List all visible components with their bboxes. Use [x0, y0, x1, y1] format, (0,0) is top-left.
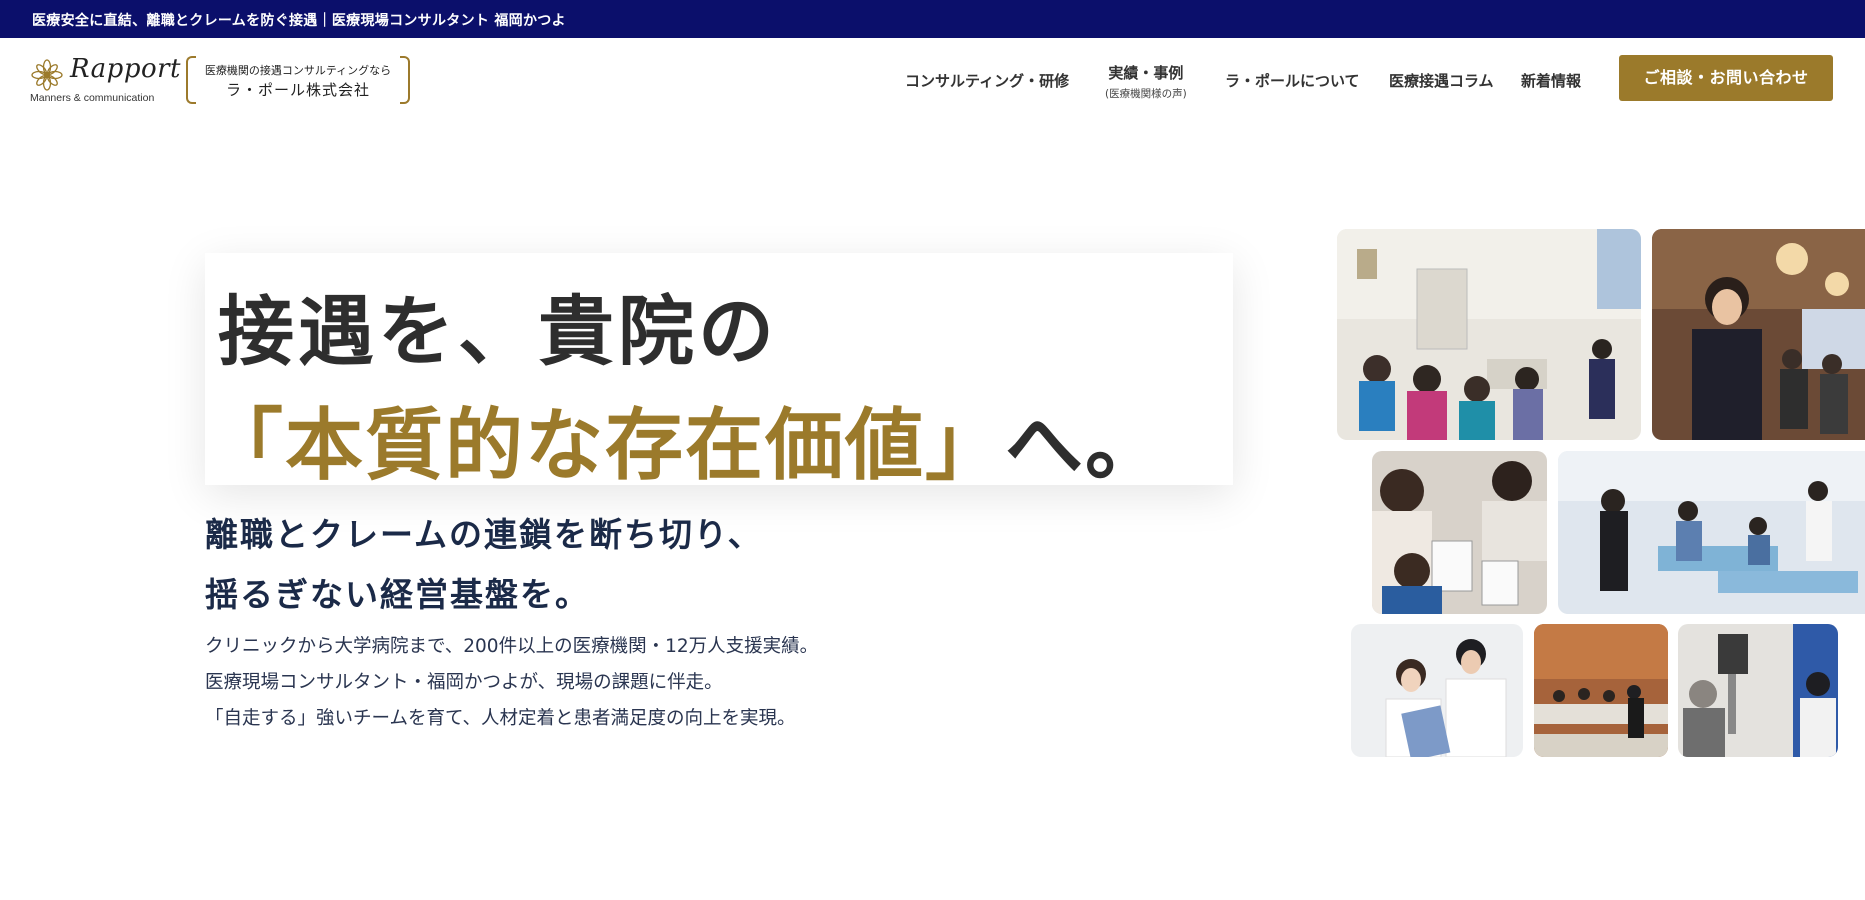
- hero-subheading-line2: 揺るぎない経営基盤を。: [205, 575, 590, 614]
- nav-results-label: 実績・事例: [1108, 64, 1184, 82]
- workshop-photo: [1372, 451, 1547, 614]
- hero-body-line1: クリニックから大学病院まで、200件以上の医療機関・12万人支援実績。: [205, 636, 819, 657]
- classroom-photo: [1534, 624, 1668, 757]
- logo-wordmark: Rapport: [70, 54, 181, 84]
- contact-button[interactable]: ご相談・お問い合わせ: [1619, 55, 1833, 101]
- company-subtitle: 医療機関の接遇コンサルティングなら: [204, 64, 392, 77]
- top-announcement-text: 医療安全に直結、離職とクレームを防ぐ接遇｜医療現場コンサルタント 福岡かつよ: [32, 13, 566, 29]
- flower-logo-icon: [31, 59, 63, 91]
- hero-headline-line2: 「本質的な存在価値」へ。: [205, 383, 1165, 495]
- nav-consulting[interactable]: コンサルティング・研修: [905, 70, 1069, 91]
- reception-photo: [1678, 624, 1838, 757]
- nav-news-label: 新着情報: [1521, 72, 1582, 90]
- nav-news[interactable]: 新着情報: [1521, 70, 1581, 91]
- hero-subheading-line1: 離職とクレームの連鎖を断ち切り、: [205, 515, 763, 554]
- nav-column[interactable]: 医療接遇コラム: [1389, 70, 1494, 91]
- hero-headline-highlight: 「本質的な存在価値」: [205, 400, 1006, 491]
- nav-about[interactable]: ラ・ポールについて: [1225, 70, 1360, 91]
- hero-body-line3: 「自走する」強いチームを育て、人材定着と患者満足度の向上を実現。: [205, 708, 796, 729]
- logo-tagline: Manners & communication: [30, 92, 155, 104]
- company-name: ラ・ポール株式会社: [225, 81, 370, 99]
- nav-results-sublabel: (医療機関様の声): [1105, 88, 1187, 100]
- seminar-photo: [1337, 229, 1641, 440]
- speaker-photo: [1652, 229, 1865, 440]
- hero-headline-ending: へ。: [1005, 400, 1166, 491]
- company-badge[interactable]: 医療機関の接遇コンサルティングなら ラ・ポール株式会社: [186, 56, 410, 104]
- nav-column-label: 医療接遇コラム: [1389, 72, 1494, 90]
- nav-results[interactable]: 実績・事例 (医療機関様の声): [1105, 62, 1187, 101]
- training-photo: [1558, 451, 1865, 614]
- hero-body-line2: 医療現場コンサルタント・福岡かつよが、現場の課題に伴走。: [205, 672, 723, 693]
- clinic-consult-photo: [1351, 624, 1523, 757]
- hero-headline-line1: 接遇を、貴院の: [218, 287, 778, 376]
- top-announcement-bar: 医療安全に直結、離職とクレームを防ぐ接遇｜医療現場コンサルタント 福岡かつよ: [0, 0, 1865, 38]
- site-logo[interactable]: Rapport Manners & communication: [30, 54, 181, 104]
- nav-about-label: ラ・ポールについて: [1225, 72, 1360, 90]
- site-header: Rapport Manners & communication 医療機関の接遇コ…: [0, 38, 1865, 124]
- nav-consulting-label: コンサルティング・研修: [905, 72, 1070, 90]
